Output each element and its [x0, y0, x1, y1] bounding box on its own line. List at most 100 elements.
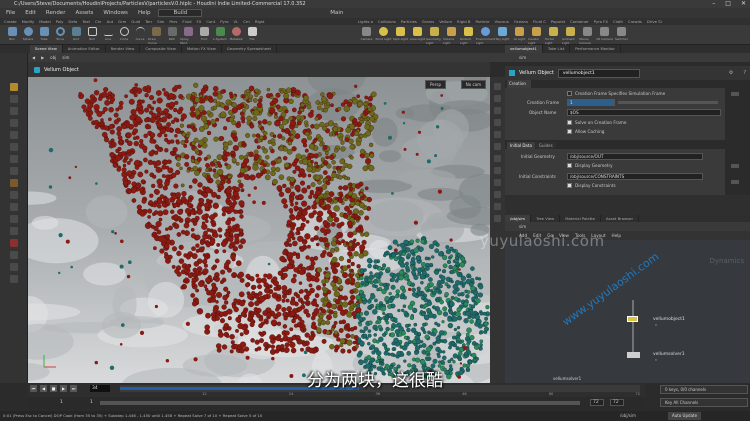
- shelf-tab[interactable]: Viscous: [494, 18, 508, 25]
- shelf-tab[interactable]: Pyro: [220, 18, 228, 25]
- shelf-tab[interactable]: Fluid: [182, 18, 191, 25]
- magnet-tool-icon[interactable]: [9, 239, 18, 247]
- points-mode-icon[interactable]: [9, 215, 18, 223]
- shelf-tool-stereo-camera[interactable]: Stereo Camera: [579, 25, 596, 45]
- shelf-tab[interactable]: Rigid: [255, 18, 265, 25]
- shelf-tool-sphere[interactable]: Sphere: [20, 25, 36, 45]
- handle-tool-icon[interactable]: [9, 143, 18, 151]
- shelf-tool-sky-light[interactable]: Sky Light: [494, 25, 511, 45]
- display-constraints-checkbox[interactable]: [567, 183, 572, 188]
- shelf-tab[interactable]: Grm: [118, 18, 126, 25]
- channel-reference-icon[interactable]: [731, 92, 739, 96]
- menu-windows[interactable]: Windows: [101, 8, 130, 18]
- shelf-tab[interactable]: Cloth: [613, 18, 623, 25]
- wireframe-icon[interactable]: [494, 107, 501, 114]
- key-all-channels-button[interactable]: Key All Channels: [660, 398, 748, 407]
- shelf-tab[interactable]: Poly: [56, 18, 64, 25]
- shelf-tab[interactable]: Cont: [206, 18, 215, 25]
- shelf-tab[interactable]: Drive Si: [647, 18, 662, 25]
- tab-take-list[interactable]: Take List: [543, 45, 571, 53]
- menu-render[interactable]: Render: [44, 8, 68, 18]
- shelf-tool-portal-light[interactable]: Portal Light: [545, 25, 562, 45]
- ghost-icon[interactable]: [494, 95, 501, 102]
- initial-geometry-field[interactable]: /obj/source/OUT: [567, 153, 703, 160]
- initial-constraints-field[interactable]: /obj/source/CONSTRAINTS: [567, 173, 703, 180]
- shelf-tool-distant-light[interactable]: Distant Light: [460, 25, 477, 45]
- shelf-tool-gi-light[interactable]: GI Light: [511, 25, 528, 45]
- tab-network[interactable]: /obj/sim: [505, 215, 532, 222]
- tab-scene-view[interactable]: Scene View: [30, 45, 63, 53]
- shelf-tab[interactable]: Create: [4, 18, 17, 25]
- menu-help[interactable]: Help: [136, 8, 153, 18]
- shelf-tool-camera[interactable]: Camera: [358, 25, 375, 45]
- shadow-icon[interactable]: [494, 143, 501, 150]
- shelf-tool-volume-light[interactable]: Volume Light: [443, 25, 460, 45]
- shelf-tool-tube[interactable]: Tube: [36, 25, 52, 45]
- shelf-tool-font[interactable]: Font: [196, 25, 212, 45]
- background-icon[interactable]: [494, 191, 501, 198]
- lasso-tool-icon[interactable]: [9, 251, 18, 259]
- shelf-tool-ambient-light[interactable]: Ambient Light: [562, 25, 579, 45]
- tab-geometry-spreadsheet[interactable]: Geometry Spreadsheet: [222, 45, 277, 53]
- visibility-toggle-icon[interactable]: [9, 275, 18, 283]
- auto-update-button[interactable]: Auto Update: [668, 412, 702, 420]
- forward-arrow-icon[interactable]: ▶: [41, 53, 44, 62]
- shelf-tool-geometry-light[interactable]: Geometry Light: [426, 25, 443, 45]
- move-tool-icon[interactable]: [9, 107, 18, 115]
- shelf-tool-line[interactable]: Line: [100, 25, 116, 45]
- shelf-tab[interactable]: Pers: [169, 18, 177, 25]
- path-segment[interactable]: sim: [519, 55, 526, 60]
- point-display-icon[interactable]: [494, 155, 501, 162]
- tab-motion-fx-view[interactable]: Motion FX View: [182, 45, 222, 53]
- range-slider[interactable]: [100, 401, 580, 405]
- shelf-tool-curve[interactable]: Curve: [132, 25, 148, 45]
- shelf-tab[interactable]: Model: [39, 18, 50, 25]
- tab-initial-data[interactable]: Initial Data: [507, 142, 535, 149]
- node-vellumsolver1[interactable]: [627, 352, 640, 358]
- solve-on-creation-checkbox[interactable]: [567, 120, 572, 125]
- shaded-icon[interactable]: [494, 119, 501, 126]
- shelf-tool-switcher[interactable]: Switcher: [613, 25, 630, 45]
- shelf-tab[interactable]: Chr: [95, 18, 102, 25]
- shelf-tool-caustic-light[interactable]: Caustic Light: [528, 25, 545, 45]
- shelf-tab[interactable]: Populat: [551, 18, 565, 25]
- shelf-tab[interactable]: Lights a: [358, 18, 373, 25]
- scene-viewport[interactable]: Persp No cam: [28, 77, 490, 383]
- shelf-tool-box[interactable]: Box: [4, 25, 20, 45]
- path-segment[interactable]: obj: [50, 53, 56, 62]
- shelf-tool-metaball[interactable]: Metaball: [228, 25, 244, 45]
- path-segment[interactable]: sim: [519, 224, 526, 229]
- network-menu-help[interactable]: Help: [612, 231, 622, 240]
- shelf-tool-grid[interactable]: Grid: [68, 25, 84, 45]
- pose-tool-icon[interactable]: [9, 155, 18, 163]
- tab-material-palette[interactable]: Material Palette: [560, 215, 602, 222]
- tab-animation-editor[interactable]: Animation Editor: [63, 45, 106, 53]
- shelf-tool-path[interactable]: Path: [164, 25, 180, 45]
- shelf-tool-point-light[interactable]: Point Light: [375, 25, 392, 45]
- select-tool-icon[interactable]: [9, 83, 18, 91]
- grid-toggle-icon[interactable]: [494, 179, 501, 186]
- shelf-tab[interactable]: Crowds: [628, 18, 642, 25]
- node-chooser-icon[interactable]: [731, 164, 739, 168]
- object-mode-icon[interactable]: [9, 203, 18, 211]
- shelf-tab[interactable]: Oceans: [514, 18, 528, 25]
- tab-composite-view[interactable]: Composite View: [140, 45, 182, 53]
- scale-tool-icon[interactable]: [9, 131, 18, 139]
- home-view-icon[interactable]: [494, 215, 501, 222]
- shelf-tool-area-light[interactable]: Area Light: [409, 25, 426, 45]
- tab-render-view[interactable]: Render View: [106, 45, 141, 53]
- menu-edit[interactable]: Edit: [23, 8, 38, 18]
- shelf-tool-draw-curve[interactable]: Draw Curve: [148, 25, 164, 45]
- shelf-tab[interactable]: Particle: [475, 18, 489, 25]
- view-tool-icon[interactable]: [9, 95, 18, 103]
- normal-display-icon[interactable]: [494, 167, 501, 174]
- shelf-tool-l-system[interactable]: L-System: [212, 25, 228, 45]
- shelf-tab[interactable]: VL: [234, 18, 239, 25]
- menu-assets[interactable]: Assets: [73, 8, 95, 18]
- network-editor[interactable]: Dynamics vellumobject1 n vellumsolver1 n…: [505, 240, 750, 383]
- tab-asset-browser[interactable]: Asset Browser: [601, 215, 640, 222]
- playback-start-frame[interactable]: 1: [90, 400, 93, 405]
- global-start-frame[interactable]: 1: [60, 400, 63, 405]
- tab-tree-view[interactable]: Tree View: [531, 215, 561, 222]
- object-name-field[interactable]: $OS: [567, 109, 721, 116]
